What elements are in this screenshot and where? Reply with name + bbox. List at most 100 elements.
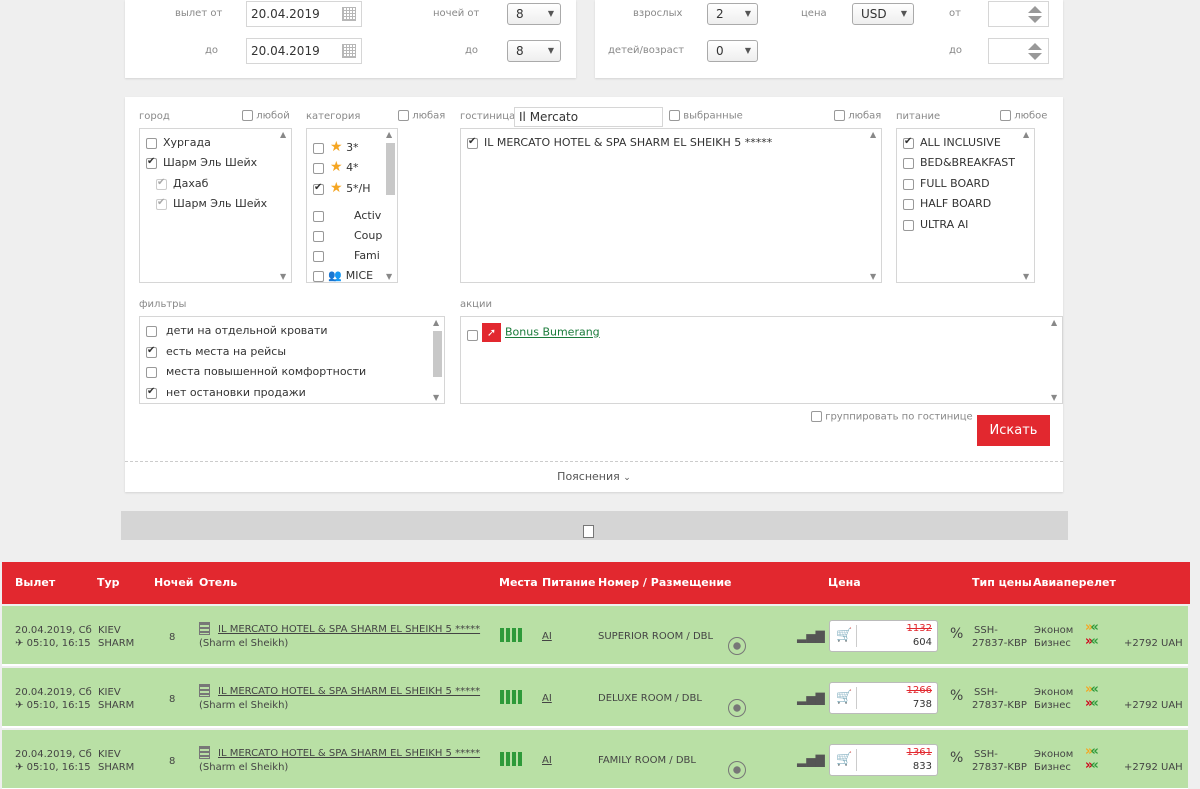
hotel-selected-toggle[interactable]: выбранные <box>669 110 743 122</box>
scroll-down-icon[interactable]: ▼ <box>280 272 286 281</box>
spin-up-icon[interactable] <box>1028 6 1042 13</box>
adults-select[interactable]: 2 ▼ <box>707 3 758 25</box>
table-row[interactable]: 20.04.2019, Сб ✈ 05:10, 16:15 KIEV SHARM… <box>2 668 1188 728</box>
scroll-up-icon[interactable]: ▲ <box>433 318 439 327</box>
list-item[interactable]: Coup <box>313 229 382 242</box>
discount-percent[interactable]: % <box>950 627 963 641</box>
list-item[interactable]: FULL BOARD <box>903 177 990 190</box>
price-from-input[interactable] <box>988 1 1049 27</box>
city-checkbox[interactable] <box>146 156 157 169</box>
flight-arrows-icon[interactable]: »« <box>1085 682 1099 697</box>
list-item[interactable]: Activ <box>313 209 381 222</box>
list-item[interactable]: HALF BOARD <box>903 197 991 210</box>
room-photo-icon[interactable] <box>728 637 746 655</box>
hotel-any-toggle[interactable]: любая <box>834 110 881 122</box>
category-checkbox[interactable] <box>313 250 324 262</box>
meal-checkbox[interactable] <box>903 198 914 210</box>
calendar-icon[interactable] <box>342 44 356 58</box>
cart-icon[interactable]: 🛒 <box>836 628 852 643</box>
col-departure[interactable]: Вылет <box>15 576 55 589</box>
room-photo-icon[interactable] <box>728 699 746 717</box>
col-nights[interactable]: Ночей <box>154 576 193 589</box>
promo-link[interactable]: Bonus Bumerang <box>505 326 600 339</box>
scrollbar[interactable]: ▲ ▼ <box>1048 317 1062 403</box>
hotel-any-checkbox[interactable] <box>834 110 845 121</box>
calendar-icon[interactable] <box>342 7 356 21</box>
category-any-checkbox[interactable] <box>398 110 409 121</box>
meal-checkbox[interactable] <box>903 219 914 231</box>
flight-arrows-icon[interactable]: »« <box>1085 758 1099 773</box>
list-item[interactable]: Дахаб <box>156 177 208 190</box>
col-flight[interactable]: Авиаперелет <box>1033 576 1116 589</box>
currency-select[interactable]: USD ▼ <box>852 3 914 25</box>
list-item[interactable]: места повышенной комфортности <box>146 365 366 378</box>
scroll-up-icon[interactable]: ▲ <box>870 130 876 139</box>
city-checkbox[interactable] <box>156 197 167 210</box>
list-item[interactable]: дети на отдельной кровати <box>146 324 328 337</box>
category-checkbox[interactable] <box>313 142 324 154</box>
city-checkbox[interactable] <box>156 177 167 190</box>
city-list[interactable]: Хургада Шарм Эль Шейх Дахаб Шарм Эль Шей… <box>139 128 292 283</box>
price-to-input[interactable] <box>988 38 1049 64</box>
group-by-hotel-toggle[interactable]: группировать по гостинице <box>811 411 973 423</box>
hotel-link[interactable]: IL MERCATO HOTEL & SPA SHARM EL SHEIKH 5… <box>218 623 480 636</box>
depart-to-input[interactable]: 20.04.2019 <box>246 38 362 64</box>
scrollbar[interactable]: ▲ ▼ <box>383 129 397 282</box>
document-icon[interactable] <box>583 525 594 538</box>
scroll-down-icon[interactable]: ▼ <box>1023 272 1029 281</box>
meal-link[interactable]: AI <box>542 630 552 643</box>
list-item[interactable]: IL MERCATO HOTEL & SPA SHARM EL SHEIKH 5… <box>467 136 772 149</box>
flight-arrows-icon[interactable]: »« <box>1085 620 1099 635</box>
category-checkbox[interactable] <box>313 182 324 195</box>
meal-checkbox[interactable] <box>903 157 914 169</box>
children-select[interactable]: 0 ▼ <box>707 40 758 62</box>
scrollbar[interactable]: ▲ ▼ <box>1020 129 1034 282</box>
price-box[interactable]: 🛒 1266 738 <box>829 682 938 714</box>
city-any-checkbox[interactable] <box>242 110 253 121</box>
list-item[interactable]: Хургада <box>146 136 211 149</box>
filter-checkbox[interactable] <box>146 366 157 378</box>
promo-checkbox[interactable] <box>467 330 478 341</box>
list-item[interactable]: 👥 MICE <box>313 269 373 282</box>
cart-icon[interactable]: 🛒 <box>836 690 852 705</box>
hotel-link[interactable]: IL MERCATO HOTEL & SPA SHARM EL SHEIKH 5… <box>218 747 480 760</box>
scroll-thumb[interactable] <box>386 143 395 195</box>
scroll-down-icon[interactable]: ▼ <box>386 272 392 281</box>
city-checkbox[interactable] <box>146 137 157 149</box>
meal-checkbox[interactable] <box>903 136 914 149</box>
city-any-toggle[interactable]: любой <box>242 110 290 122</box>
list-item[interactable]: Fami <box>313 249 380 262</box>
list-item[interactable]: нет остановки продажи <box>146 386 306 399</box>
discount-percent[interactable]: % <box>950 689 963 703</box>
meal-list[interactable]: ALL INCLUSIVE BED&BREAKFAST FULL BOARD H… <box>896 128 1035 283</box>
category-checkbox[interactable] <box>313 270 324 282</box>
hotel-checkbox[interactable] <box>467 136 478 149</box>
price-box[interactable]: 🛒 1361 833 <box>829 744 938 776</box>
group-by-hotel-checkbox[interactable] <box>811 411 822 422</box>
list-item[interactable]: ALL INCLUSIVE <box>903 136 1001 149</box>
category-any-toggle[interactable]: любая <box>398 110 445 122</box>
col-price-type[interactable]: Тип цены <box>972 576 1032 589</box>
hotel-search-input[interactable]: Il Mercato <box>514 107 663 127</box>
list-item[interactable]: ★ 5*/H <box>313 180 371 196</box>
list-item[interactable]: есть места на рейсы <box>146 345 286 358</box>
meal-link[interactable]: AI <box>542 754 552 767</box>
discount-percent[interactable]: % <box>950 751 963 765</box>
list-item[interactable]: ULTRA AI <box>903 218 968 231</box>
scroll-down-icon[interactable]: ▼ <box>1051 393 1057 402</box>
nights-to-select[interactable]: 8 ▼ <box>507 40 561 62</box>
category-checkbox[interactable] <box>313 230 324 242</box>
scroll-up-icon[interactable]: ▲ <box>1023 130 1029 139</box>
meal-link[interactable]: AI <box>542 692 552 705</box>
scroll-down-icon[interactable]: ▼ <box>433 393 439 402</box>
col-price[interactable]: Цена <box>828 576 861 589</box>
col-seats[interactable]: Места <box>499 576 538 589</box>
filter-checkbox[interactable] <box>146 386 157 399</box>
promos-list[interactable]: ➚ Bonus Bumerang ▲ ▼ <box>460 316 1063 404</box>
list-item[interactable]: ➚ Bonus Bumerang <box>467 323 600 342</box>
col-meal[interactable]: Питание <box>542 576 595 589</box>
explanations-toggle[interactable]: Пояснения ⌄ <box>125 470 1063 483</box>
col-room[interactable]: Номер / Размещение <box>598 576 731 589</box>
stats-icon[interactable]: ▂▅▇ <box>797 630 825 643</box>
col-hotel[interactable]: Отель <box>199 576 237 589</box>
